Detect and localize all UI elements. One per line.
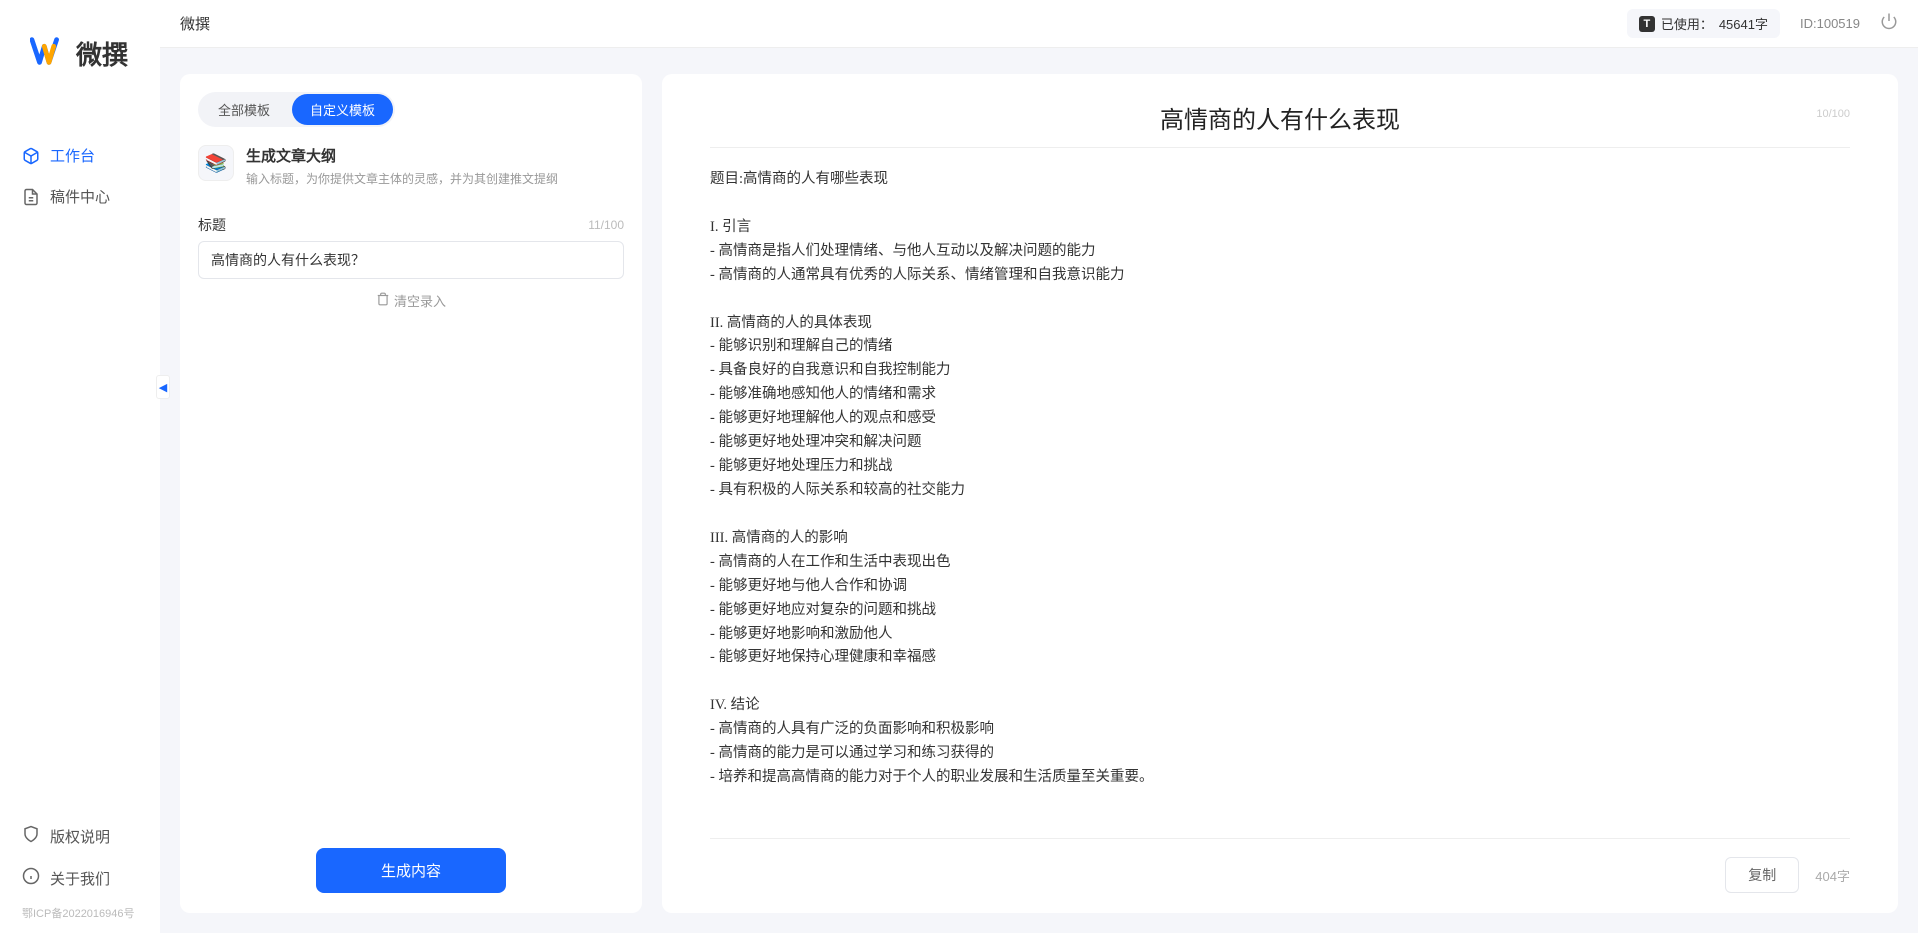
copy-button[interactable]: 复制	[1725, 857, 1799, 893]
usage-badge: T	[1639, 16, 1655, 32]
clear-label: 清空录入	[394, 291, 446, 310]
output-footer: 复制 404字	[710, 838, 1850, 893]
generate-button[interactable]: 生成内容	[316, 848, 506, 893]
tab-custom-templates[interactable]: 自定义模板	[292, 94, 393, 125]
nav-drafts[interactable]: 稿件中心	[0, 176, 160, 217]
left-panel: 全部模板 自定义模板 📚 生成文章大纲 输入标题，为你提供文章主体的灵感，并为其…	[180, 74, 642, 913]
output-title-row: 高情商的人有什么表现 10/100	[710, 100, 1850, 148]
topbar-right: T 已使用： 45641字 ID:100519	[1627, 9, 1898, 38]
copyright-label: 版权说明	[50, 826, 110, 847]
usage-value: 45641字	[1719, 14, 1768, 33]
app-logo[interactable]: 微撰	[0, 32, 160, 75]
title-input[interactable]	[198, 241, 624, 279]
chevron-left-icon: ◀	[159, 381, 167, 394]
output-title-count: 10/100	[1816, 108, 1850, 120]
output-body[interactable]: 题目:高情商的人有哪些表现 I. 引言 - 高情商是指人们处理情绪、与他人互动以…	[710, 168, 1850, 838]
template-tabs: 全部模板 自定义模板	[198, 92, 395, 127]
shield-icon	[22, 825, 40, 847]
content-area: 全部模板 自定义模板 📚 生成文章大纲 输入标题，为你提供文章主体的灵感，并为其…	[160, 48, 1918, 933]
nav-drafts-label: 稿件中心	[50, 186, 110, 207]
user-id: ID:100519	[1800, 16, 1860, 31]
logo-icon	[30, 32, 68, 75]
nav-workspace[interactable]: 工作台	[0, 135, 160, 176]
right-panel: 高情商的人有什么表现 10/100 题目:高情商的人有哪些表现 I. 引言 - …	[662, 74, 1898, 913]
main-area: 微撰 T 已使用： 45641字 ID:100519 全部模板 自定义模板	[160, 0, 1918, 933]
trash-icon	[376, 292, 390, 309]
sidebar-bottom: 版权说明 关于我们 鄂ICP备2022016946号	[0, 815, 160, 933]
template-desc: 输入标题，为你提供文章主体的灵感，并为其创建推文提纲	[246, 170, 558, 187]
power-icon[interactable]	[1880, 12, 1898, 35]
nav-workspace-label: 工作台	[50, 145, 95, 166]
sidebar: 微撰 工作台 稿件中心	[0, 0, 160, 933]
books-icon: 📚	[198, 145, 234, 181]
word-count: 404字	[1815, 866, 1850, 885]
topbar: 微撰 T 已使用： 45641字 ID:100519	[160, 0, 1918, 48]
about-label: 关于我们	[50, 868, 110, 889]
info-icon	[22, 867, 40, 889]
logo-text: 微撰	[76, 35, 128, 72]
icp-text: 鄂ICP备2022016946号	[0, 899, 160, 923]
about-link[interactable]: 关于我们	[0, 857, 160, 899]
title-char-count: 11/100	[588, 218, 624, 232]
copyright-link[interactable]: 版权说明	[0, 815, 160, 857]
title-label-row: 标题 11/100	[198, 215, 624, 235]
output-title: 高情商的人有什么表现	[1160, 100, 1400, 135]
usage-label: 已使用：	[1661, 14, 1713, 33]
document-icon	[22, 188, 40, 206]
template-title: 生成文章大纲	[246, 145, 558, 166]
page-title: 微撰	[180, 13, 210, 34]
template-card: 📚 生成文章大纲 输入标题，为你提供文章主体的灵感，并为其创建推文提纲	[198, 141, 624, 191]
usage-pill[interactable]: T 已使用： 45641字	[1627, 9, 1780, 38]
cube-icon	[22, 147, 40, 165]
tab-all-templates[interactable]: 全部模板	[200, 94, 288, 125]
title-label: 标题	[198, 215, 226, 235]
sidebar-collapse-handle[interactable]: ◀	[156, 375, 170, 399]
clear-input-link[interactable]: 清空录入	[198, 287, 624, 314]
